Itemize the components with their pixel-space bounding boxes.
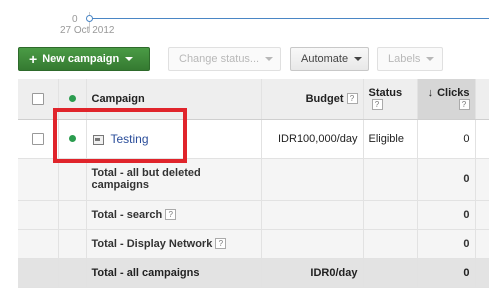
labels-button[interactable]: Labels (377, 47, 443, 71)
total-label-cell: Total - Display Network? (86, 229, 262, 259)
automate-button[interactable]: Automate (290, 47, 369, 71)
footer-row: Total - all campaigns IDR0/day 0 (18, 258, 489, 288)
budget-header-label: Budget (305, 92, 344, 105)
status-dot-header (58, 79, 87, 120)
footer-label: Total - all campaigns (86, 258, 262, 288)
total-label: Total - search (91, 208, 163, 221)
status-header-label: Status (368, 86, 403, 99)
chart-point[interactable] (86, 15, 93, 22)
scroll-gutter (475, 158, 489, 201)
status-cell: Eligible (363, 119, 418, 159)
new-campaign-button[interactable]: + New campaign (18, 47, 150, 71)
total-budget (261, 158, 364, 201)
scroll-gutter (475, 200, 489, 230)
campaign-table: Campaign Budget? Status? ↓ Clicks? Testin… (18, 79, 489, 288)
empty-cell (18, 200, 59, 230)
total-clicks: 0 (417, 158, 476, 201)
budget-cell[interactable]: IDR100,000/day (261, 119, 364, 159)
total-row: Total - all but deleted campaigns 0 (18, 158, 489, 201)
help-icon[interactable]: ? (215, 238, 227, 250)
help-icon[interactable]: ? (165, 209, 177, 221)
empty-cell (363, 258, 418, 288)
total-budget (261, 229, 364, 259)
scroll-gutter (475, 258, 489, 288)
total-budget (261, 200, 364, 230)
total-label: Total - all but deleted campaigns (86, 158, 262, 201)
chart-x-label: 27 Oct 2012 (60, 25, 115, 36)
row-select-cell (18, 119, 59, 159)
clicks-header-label: Clicks (437, 86, 470, 99)
status-dot-icon (68, 95, 76, 103)
clicks-cell: 0 (417, 119, 476, 159)
footer-budget: IDR0/day (261, 258, 364, 288)
help-icon[interactable]: ? (458, 99, 470, 111)
empty-cell (18, 158, 59, 201)
sort-arrow-icon: ↓ (427, 86, 434, 99)
campaign-cell: Testing (86, 119, 262, 159)
table-row: Testing IDR100,000/day Eligible 0 (18, 119, 489, 159)
campaign-header-label: Campaign (91, 92, 145, 105)
footer-clicks: 0 (417, 258, 476, 288)
total-clicks: 0 (417, 229, 476, 259)
select-all-cell (18, 79, 59, 120)
row-checkbox[interactable] (31, 132, 44, 145)
empty-cell (58, 158, 87, 201)
caret-down-icon (426, 57, 435, 61)
empty-cell (58, 229, 87, 259)
caret-down-icon (125, 57, 134, 61)
help-icon[interactable]: ? (371, 99, 383, 111)
campaign-icon (92, 134, 104, 145)
empty-cell (58, 200, 87, 230)
performance-chart: 0 27 Oct 2012 (0, 0, 489, 40)
change-status-button[interactable]: Change status... (168, 47, 281, 71)
total-row: Total - search? 0 (18, 200, 489, 230)
chart-series-line (89, 18, 489, 19)
clicks-column-header[interactable]: ↓ Clicks? (417, 79, 476, 120)
empty-cell (58, 258, 87, 288)
total-label-cell: Total - search? (86, 200, 262, 230)
total-label: Total - Display Network (91, 237, 213, 250)
scroll-gutter (475, 79, 489, 120)
budget-column-header[interactable]: Budget? (261, 79, 364, 120)
new-campaign-label: New campaign (42, 53, 120, 65)
select-all-checkbox[interactable] (31, 92, 44, 105)
campaign-column-header[interactable]: Campaign (86, 79, 262, 120)
table-header-row: Campaign Budget? Status? ↓ Clicks? (18, 79, 489, 120)
caret-down-icon (265, 57, 274, 61)
chart-y-label: 0 (72, 14, 78, 25)
empty-cell (363, 200, 418, 230)
labels-label: Labels (388, 53, 421, 65)
row-status-dot-cell (58, 119, 87, 159)
plus-icon: + (29, 51, 38, 67)
scroll-gutter (475, 229, 489, 259)
status-column-header[interactable]: Status? (363, 79, 418, 120)
change-status-label: Change status... (179, 53, 260, 65)
help-icon[interactable]: ? (346, 93, 358, 105)
empty-cell (18, 229, 59, 259)
enabled-dot-icon[interactable] (68, 135, 76, 143)
caret-down-icon (354, 57, 363, 61)
automate-label: Automate (301, 53, 349, 65)
empty-cell (363, 158, 418, 201)
campaign-toolbar: + New campaign Change status... Automate… (18, 47, 443, 71)
total-row: Total - Display Network? 0 (18, 229, 489, 259)
total-clicks: 0 (417, 200, 476, 230)
empty-cell (18, 258, 59, 288)
empty-cell (363, 229, 418, 259)
campaign-link[interactable]: Testing (111, 132, 149, 146)
scroll-gutter (475, 119, 489, 159)
